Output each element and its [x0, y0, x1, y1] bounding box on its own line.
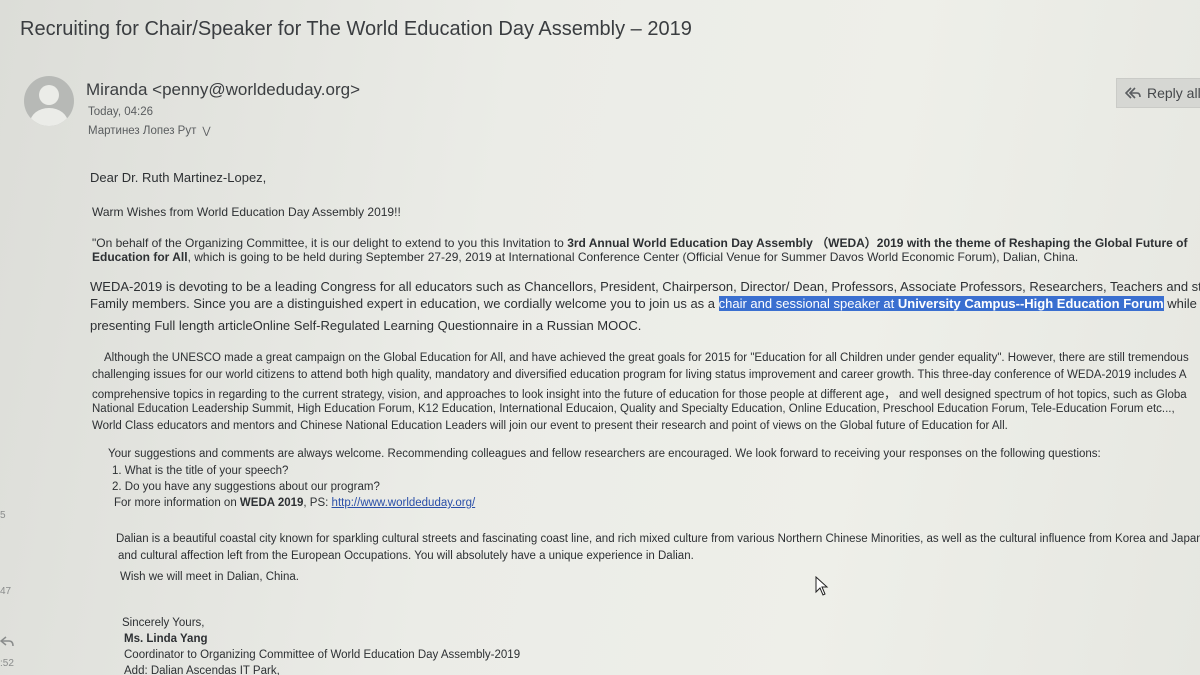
recipient-name: Мартинез Лопез Рут — [88, 125, 197, 137]
signature-title: Coordinator to Organizing Committee of W… — [124, 649, 521, 661]
reply-all-button[interactable]: Reply all — [1116, 78, 1200, 108]
event-name-bold: 3rd Annual World Education Day Assembly … — [567, 236, 1188, 250]
question-item: 1. What is the title of your speech? — [112, 465, 289, 477]
weda-bold: WEDA 2019 — [239, 497, 304, 509]
signature-address: Add: Dalian Ascendas IT Park, — [124, 665, 280, 675]
margin-fragment: 5 — [0, 510, 6, 521]
paragraph-suggestions-line: Your suggestions and comments are always… — [108, 448, 1101, 460]
reply-arrow-icon[interactable] — [0, 636, 14, 651]
paragraph-unesco-line: Although the UNESCO made a great campaig… — [104, 352, 1189, 364]
website-link[interactable]: http://www.worldeduday.org/ — [332, 497, 476, 509]
text-span: "On behalf of the Organizing Committee, … — [92, 236, 568, 250]
question-item: 2. Do you have any suggestions about our… — [112, 481, 380, 493]
selected-text[interactable]: chair and sessional speaker at — [718, 296, 898, 311]
margin-fragment: :52 — [0, 658, 14, 669]
theme-bold: Education for All — [92, 250, 188, 264]
closing-wish: Wish we will meet in Dalian, China. — [120, 571, 299, 583]
greeting: Dear Dr. Ruth Martinez-Lopez, — [90, 170, 267, 185]
text-span: while — [1163, 296, 1197, 311]
recipient-row[interactable]: Мартинез Лопез Рут ⋁ — [88, 125, 211, 137]
paragraph-devoting-line: Family members. Since you are a distingu… — [90, 296, 1197, 311]
email-timestamp: Today, 04:26 — [88, 106, 154, 118]
paragraph-unesco-line: National Education Leadership Summit, Hi… — [92, 403, 1175, 415]
paragraph-devoting-line: WEDA-2019 is devoting to be a leading Co… — [90, 279, 1200, 294]
warm-wishes: Warm Wishes from World Education Day Ass… — [92, 205, 401, 219]
text-span: Family members. Since you are a distingu… — [90, 296, 719, 311]
paragraph-invitation-line: Education for All, which is going to be … — [92, 250, 1078, 264]
text-span: For more information on — [114, 497, 240, 509]
sender-avatar[interactable] — [24, 76, 74, 126]
avatar-head-shape — [39, 85, 59, 105]
paragraph-dalian-line: and cultural affection left from the Eur… — [118, 550, 694, 562]
sender-name[interactable]: Miranda <penny@worldeduday.org> — [86, 80, 360, 100]
paragraph-dalian-line: Dalian is a beautiful coastal city known… — [116, 533, 1200, 545]
email-reader-window: Recruiting for Chair/Speaker for The Wor… — [0, 0, 1200, 675]
mouse-cursor-icon — [815, 576, 829, 596]
reply-all-icon — [1125, 87, 1141, 99]
chevron-down-icon[interactable]: ⋁ — [202, 126, 210, 137]
more-info-line: For more information on WEDA 2019, PS: h… — [114, 497, 475, 509]
margin-fragment: 47 — [0, 586, 12, 597]
paragraph-unesco-line: comprehensive topics in regarding to the… — [92, 389, 1187, 401]
selected-text-bold[interactable]: University Campus--High Education Forum — [897, 296, 1164, 311]
text-span: , PS: — [303, 497, 332, 509]
reply-all-label: Reply all — [1147, 85, 1200, 101]
paragraph-unesco-line: challenging issues for our world citizen… — [92, 369, 1187, 381]
signature-name: Ms. Linda Yang — [124, 633, 208, 645]
paragraph-devoting-line: presenting Full length articleOnline Sel… — [90, 318, 642, 333]
text-span: , which is going to be held during Septe… — [187, 250, 1079, 264]
avatar-body-shape — [30, 108, 68, 126]
email-subject: Recruiting for Chair/Speaker for The Wor… — [20, 18, 692, 40]
signature-close: Sincerely Yours, — [122, 617, 205, 629]
paragraph-invitation-line: "On behalf of the Organizing Committee, … — [92, 234, 1188, 251]
paragraph-unesco-line: World Class educators and mentors and Ch… — [92, 420, 1008, 432]
